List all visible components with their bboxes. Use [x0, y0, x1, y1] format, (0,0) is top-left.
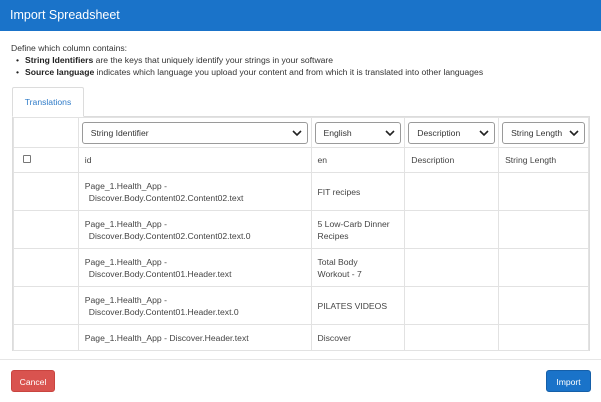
row-cell-empty: [13, 286, 79, 325]
cell-en-line: Discover: [317, 332, 351, 343]
cell-id-line: Discover.Body.Content01.Header.text: [88, 268, 232, 279]
bullet-bold: Source language: [25, 67, 95, 77]
row-cell-empty: [13, 210, 79, 249]
table-row: Page_1.Health_App - Discover.Header.text…: [13, 324, 589, 351]
chevron-down-icon: [291, 129, 302, 136]
intro-bullets: String Identifiers are the keys that uni…: [11, 54, 591, 78]
cell-description: [404, 172, 500, 211]
cell-en-line: Workout - 7: [317, 268, 362, 279]
dialog-title: Import Spreadsheet: [0, 0, 601, 31]
select-cell: Description: [404, 117, 500, 148]
cancel-button[interactable]: Cancel: [11, 370, 55, 392]
bullet-bold: String Identifiers: [25, 55, 94, 65]
column-select-description[interactable]: Description: [408, 121, 496, 144]
select-cell: English: [310, 117, 406, 148]
cell-id-line: Page_1.Health_App -: [84, 256, 167, 267]
select-value: String Identifier: [90, 127, 149, 138]
cell-en: FIT recipes: [310, 172, 406, 211]
cell-id-line: Page_1.Health_App -: [84, 294, 167, 305]
cell-id-line: Page_1.Health_App - Discover.Header.text: [84, 332, 249, 343]
bullet-text: indicates which language you upload your…: [94, 67, 484, 77]
cell-description: [404, 286, 500, 325]
import-spreadsheet-dialog: Import Spreadsheet Define which column c…: [0, 0, 601, 402]
cell-en-line: Recipes: [317, 230, 349, 241]
cell-description: [404, 210, 500, 249]
cell-description: [404, 248, 500, 287]
chevron-down-icon: [385, 129, 395, 136]
row-cell-empty: [13, 324, 79, 351]
cell-en-line: FIT recipes: [317, 186, 361, 197]
cell-id-line: Page_1.Health_App -: [84, 180, 167, 191]
cell-en: PILATES VIDEOS: [310, 286, 406, 325]
cell-id-line: Discover.Body.Content01.Header.text.0: [88, 306, 239, 317]
cell-string-length: [498, 324, 589, 351]
cell-string-length: [498, 248, 589, 287]
select-value: English: [323, 127, 352, 138]
cell-description: [404, 324, 500, 351]
row-cell-empty: [13, 248, 79, 287]
cell-id: Page_1.Health_App - Discover.Body.Content…: [77, 172, 312, 211]
select-all-cell: [13, 147, 79, 173]
column-select-string-length[interactable]: String Length: [502, 121, 585, 144]
cell-en-line: Total Body: [317, 256, 358, 267]
bullet-source-language: Source language indicates which language…: [16, 66, 591, 78]
header-en: en: [310, 147, 406, 173]
footer-divider: [0, 359, 601, 360]
translations-panel: String Identifier English Description St…: [12, 116, 590, 351]
cell-en: Total Body Workout - 7: [310, 248, 406, 287]
cell-id: Page_1.Health_App - Discover.Body.Content…: [77, 286, 312, 325]
cell-id-line: Discover.Body.Content02.Content02.text.0: [88, 230, 251, 241]
import-button[interactable]: Import: [546, 370, 591, 392]
tab-translations[interactable]: Translations: [12, 87, 84, 117]
column-select-row: String Identifier English Description St…: [13, 117, 589, 148]
intro-text: Define which column contains: String Ide…: [11, 42, 591, 78]
header-row: id en Description String Length: [13, 147, 589, 173]
cell-en-line: 5 Low-Carb Dinner: [317, 218, 390, 229]
cell-id-line: Discover.Body.Content02.Content02.text: [88, 192, 244, 203]
empty-cell: [13, 117, 79, 148]
cell-en: 5 Low-Carb Dinner Recipes: [310, 210, 406, 249]
mapping-table: String Identifier English Description St…: [13, 117, 589, 351]
row-cell-empty: [13, 172, 79, 211]
select-cell: String Length: [498, 117, 589, 148]
column-select-language[interactable]: English: [314, 121, 402, 144]
table-row: Page_1.Health_App - Discover.Body.Content…: [13, 286, 589, 325]
cell-id-line: Page_1.Health_App -: [84, 218, 167, 229]
table-row: Page_1.Health_App - Discover.Body.Content…: [13, 172, 589, 211]
bullet-string-identifiers: String Identifiers are the keys that uni…: [16, 54, 591, 66]
select-value: Description: [417, 127, 461, 138]
cell-id: Page_1.Health_App - Discover.Body.Content…: [77, 248, 312, 287]
cell-string-length: [498, 172, 589, 211]
table-row: Page_1.Health_App - Discover.Body.Content…: [13, 210, 589, 249]
header-string-length: String Length: [498, 147, 589, 173]
select-cell: String Identifier: [77, 117, 312, 148]
cell-en: Discover: [310, 324, 406, 351]
cell-id: Page_1.Health_App - Discover.Header.text: [77, 324, 312, 351]
table-row: Page_1.Health_App - Discover.Body.Content…: [13, 248, 589, 287]
cell-string-length: [498, 286, 589, 325]
chevron-down-icon: [569, 129, 579, 136]
select-all-checkbox[interactable]: [23, 155, 31, 163]
bullet-text: are the keys that uniquely identify your…: [93, 55, 334, 65]
header-id: id: [77, 147, 312, 173]
intro-line: Define which column contains:: [11, 43, 128, 53]
cell-id: Page_1.Health_App - Discover.Body.Content…: [77, 210, 312, 249]
select-value: String Length: [511, 127, 563, 138]
column-select-identifier[interactable]: String Identifier: [81, 121, 308, 144]
cell-string-length: [498, 210, 589, 249]
chevron-down-icon: [479, 129, 489, 136]
header-description: Description: [404, 147, 500, 173]
cell-en-line: PILATES VIDEOS: [317, 300, 388, 311]
